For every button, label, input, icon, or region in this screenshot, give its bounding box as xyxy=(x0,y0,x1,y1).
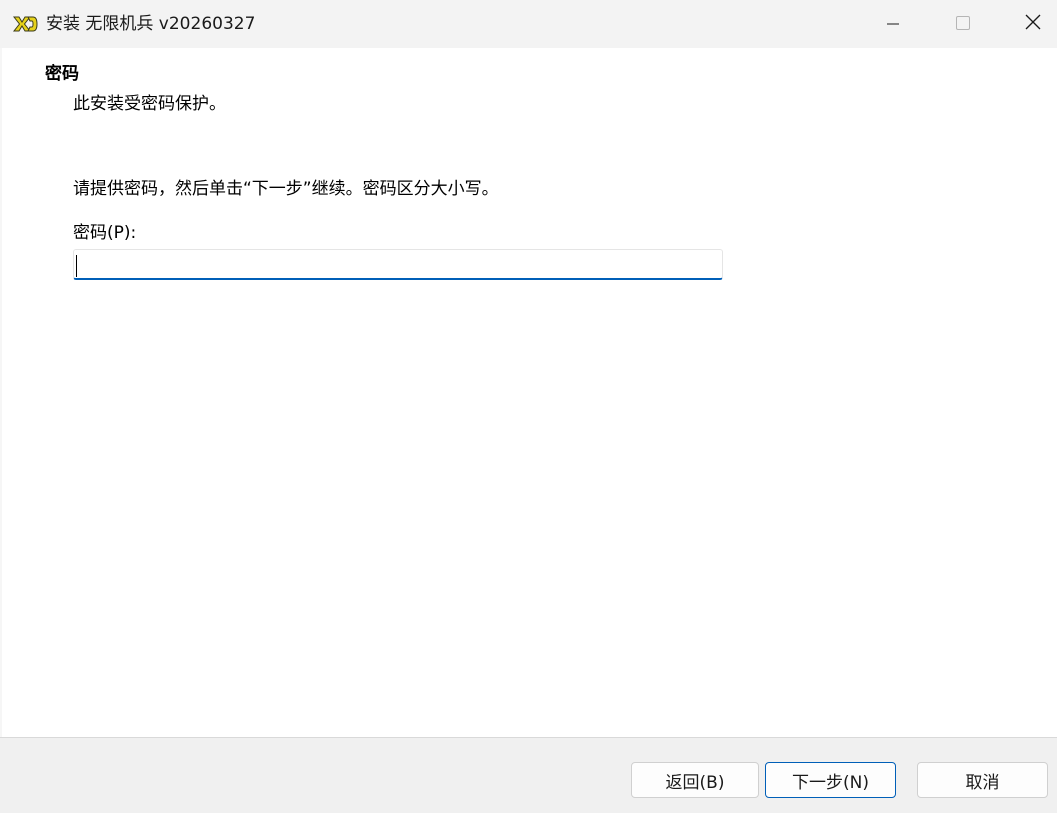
password-input[interactable] xyxy=(73,249,723,280)
text-caret xyxy=(76,255,77,277)
maximize-icon xyxy=(956,15,970,34)
instruction-text: 请提供密码，然后单击“下一步”继续。密码区分大小写。 xyxy=(73,179,499,199)
maximize-button[interactable] xyxy=(928,0,998,48)
button-bar xyxy=(0,737,1057,813)
minimize-button[interactable] xyxy=(858,0,928,48)
installer-window: 安装 无限机兵 v20260327 密码 此安装受密码保护。 请提供密码，然后单… xyxy=(0,0,1057,813)
minimize-icon xyxy=(887,15,899,34)
xd-logo-icon xyxy=(12,14,38,34)
close-icon xyxy=(1025,14,1041,34)
close-button[interactable] xyxy=(998,0,1057,48)
title-bar[interactable]: 安装 无限机兵 v20260327 xyxy=(0,0,1057,48)
window-title: 安装 无限机兵 v20260327 xyxy=(46,14,256,34)
page-subheading: 此安装受密码保护。 xyxy=(73,94,226,114)
back-button[interactable]: 返回(B) xyxy=(631,762,759,798)
page-heading: 密码 xyxy=(45,64,79,84)
cancel-button[interactable]: 取消 xyxy=(917,762,1048,798)
window-edge xyxy=(0,48,2,737)
next-button[interactable]: 下一步(N) xyxy=(765,762,896,798)
password-label: 密码(P): xyxy=(73,223,137,243)
